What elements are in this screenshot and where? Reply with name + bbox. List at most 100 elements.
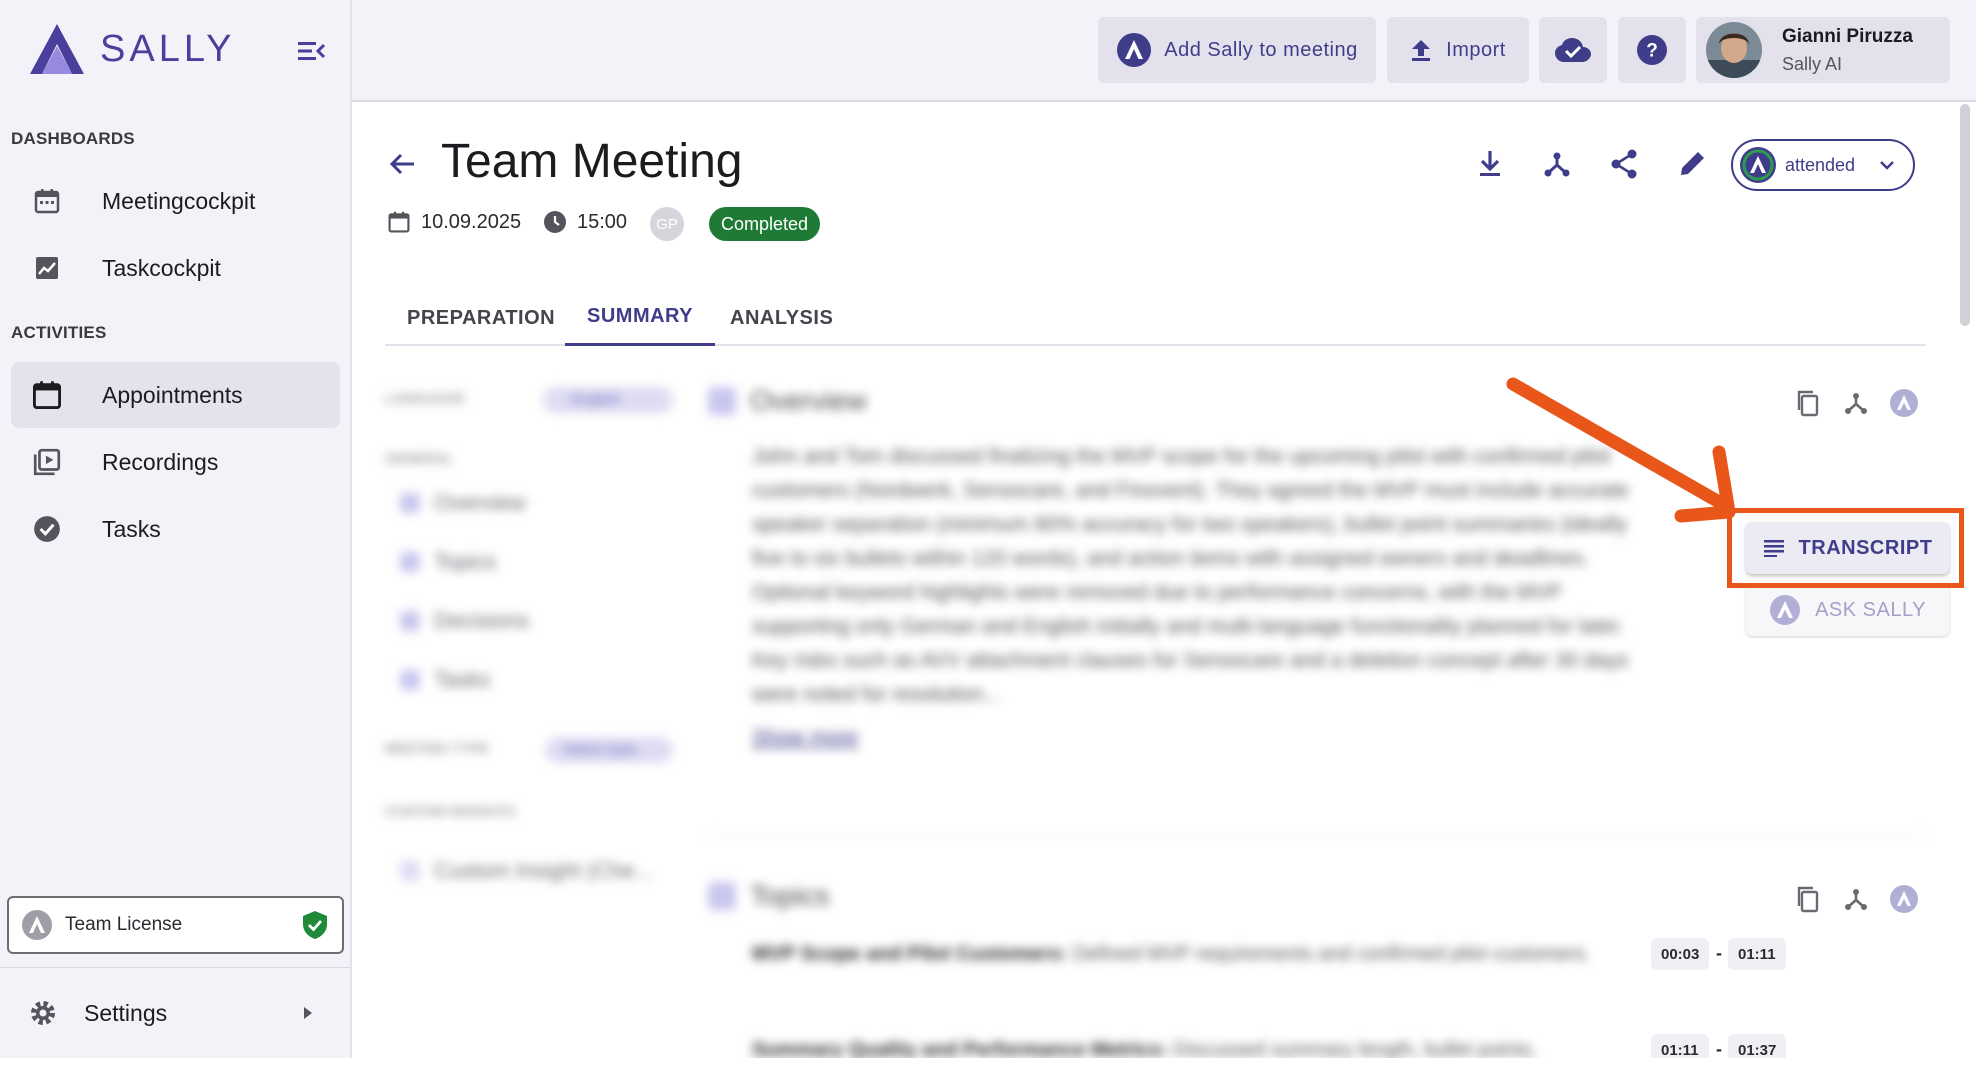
- sidebar-item-settings[interactable]: Settings: [0, 984, 350, 1042]
- chart-icon: [27, 248, 67, 288]
- help-button[interactable]: ?: [1618, 17, 1686, 83]
- time-text: 15:00: [577, 210, 628, 233]
- meeting-date: 10.09.2025: [387, 210, 521, 234]
- sally-logo-icon: [1770, 595, 1801, 625]
- general-label: GENERAL: [385, 450, 454, 466]
- overview-heading: Overview: [708, 385, 867, 417]
- tab-analysis[interactable]: ANALYSIS: [730, 290, 833, 346]
- section-label-activities: ACTIVITIES: [11, 323, 107, 342]
- annotation-arrow-icon: [1506, 377, 1736, 523]
- list-icon: [708, 882, 736, 910]
- brand-name: SALLY: [100, 27, 236, 70]
- overview-title: Overview: [750, 385, 867, 416]
- chevron-right-icon: [304, 1007, 312, 1019]
- back-arrow-icon[interactable]: [384, 146, 420, 182]
- side-nav-label: Topics: [434, 549, 497, 574]
- custom-insight-item[interactable]: Custom Insight (Che...: [400, 858, 653, 884]
- import-label: Import: [1446, 38, 1506, 61]
- sidebar-divider: [0, 967, 350, 968]
- svg-text:?: ?: [1646, 41, 1658, 62]
- page-title: Team Meeting: [441, 135, 743, 188]
- edit-pencil-icon[interactable]: [1674, 146, 1710, 182]
- sidebar-item-appointments[interactable]: Appointments: [11, 362, 340, 428]
- team-license-card[interactable]: Team License: [7, 896, 344, 954]
- menu-collapse-icon[interactable]: [294, 36, 328, 66]
- side-nav-tasks[interactable]: Tasks: [400, 667, 490, 693]
- cloud-done-icon: [1555, 38, 1591, 62]
- sally-logo-icon: [22, 910, 52, 940]
- copy-icon[interactable]: [1793, 884, 1823, 914]
- merge-icon[interactable]: [1539, 146, 1575, 182]
- scrollbar[interactable]: [1960, 104, 1970, 326]
- sally-logo-icon: [30, 24, 84, 74]
- side-nav-label: Tasks: [434, 667, 491, 692]
- clock-icon: [544, 211, 566, 233]
- sidebar-item-label: Recordings: [102, 448, 219, 475]
- show-more-link[interactable]: Show more: [752, 726, 858, 750]
- sidebar-item-label: Appointments: [102, 381, 243, 408]
- attendance-dropdown[interactable]: attended: [1731, 139, 1915, 191]
- meeting-type-selector[interactable]: Select type: [545, 737, 673, 763]
- share-icon[interactable]: [1606, 146, 1642, 182]
- annotation-highlight-box: [1727, 508, 1964, 588]
- add-sally-button[interactable]: Add Sally to meeting: [1098, 17, 1376, 83]
- topic-end-time[interactable]: 01:11: [1728, 938, 1786, 970]
- side-nav-overview[interactable]: Overview: [400, 490, 526, 516]
- meeting-type-label: MEETING TYPE: [385, 740, 490, 756]
- sidebar-item-meetingcockpit[interactable]: Meetingcockpit: [11, 168, 340, 234]
- sidebar: SALLY DASHBOARDS Meetingcockpit Taskcock…: [0, 0, 352, 1058]
- document-icon: [708, 387, 736, 415]
- brand-logo[interactable]: SALLY: [26, 20, 235, 78]
- sidebar-item-label: Tasks: [102, 515, 161, 542]
- sally-logo-icon[interactable]: [1889, 388, 1919, 418]
- sidebar-item-tasks[interactable]: Tasks: [11, 496, 340, 562]
- participant-avatar[interactable]: GP: [650, 207, 684, 241]
- copy-icon[interactable]: [1793, 388, 1823, 418]
- meeting-type-value: Select type: [563, 741, 638, 758]
- user-org: Sally AI: [1782, 53, 1843, 74]
- shield-check-icon: [303, 911, 327, 939]
- side-nav-label: Overview: [434, 490, 526, 515]
- overview-text: John and Tom discussed finalizing the MV…: [752, 445, 1629, 706]
- video-library-icon: [27, 442, 67, 482]
- tab-bar: PREPARATION SUMMARY ANALYSIS: [385, 290, 1926, 346]
- top-header: Add Sally to meeting Import ? Gianni Pir…: [352, 0, 1976, 102]
- ask-sally-button[interactable]: ASK SALLY: [1746, 584, 1949, 636]
- topic-row[interactable]: MVP Scope and Pilot Customers: Defined M…: [752, 937, 1632, 1005]
- add-sally-label: Add Sally to meeting: [1164, 38, 1358, 61]
- merge-icon[interactable]: [1841, 388, 1871, 418]
- settings-label: Settings: [84, 999, 168, 1026]
- topic-title: MVP Scope and Pilot Customers:: [752, 943, 1068, 965]
- topic-start-time[interactable]: 00:03: [1651, 938, 1710, 970]
- check-circle-icon: [27, 509, 67, 549]
- sidebar-item-taskcockpit[interactable]: Taskcockpit: [11, 235, 340, 301]
- license-label: Team License: [65, 914, 183, 935]
- ask-sally-label: ASK SALLY: [1815, 598, 1926, 621]
- custom-insight-label: Custom Insight (Che...: [434, 858, 653, 883]
- topic-text: Defined MVP requirements and confirmed p…: [1072, 943, 1591, 965]
- side-nav-decisions[interactable]: Decisions: [400, 608, 529, 634]
- tab-preparation[interactable]: PREPARATION: [407, 290, 555, 346]
- sidebar-item-recordings[interactable]: Recordings: [11, 429, 340, 495]
- time-separator: -: [1716, 1039, 1722, 1059]
- language-label: LANGUAGE: [385, 390, 466, 406]
- custom-insights-label: CUSTOM INSIGHTS: [385, 803, 516, 819]
- merge-icon[interactable]: [1841, 884, 1871, 914]
- sally-logo-icon[interactable]: [1889, 884, 1919, 914]
- gear-icon: [31, 1001, 55, 1025]
- sally-logo-icon: [1740, 147, 1776, 183]
- download-icon[interactable]: [1472, 146, 1508, 182]
- user-menu[interactable]: Gianni Piruzza Sally AI: [1696, 17, 1950, 83]
- import-button[interactable]: Import: [1387, 17, 1529, 83]
- sally-logo-icon: [1117, 33, 1152, 67]
- calendar-icon: [27, 375, 67, 415]
- language-selector[interactable]: English: [543, 387, 673, 413]
- upload-icon: [1412, 40, 1431, 61]
- calendar-icon: [27, 181, 67, 221]
- section-label-dashboards: DASHBOARDS: [11, 129, 135, 148]
- calendar-icon: [388, 211, 410, 233]
- side-nav-topics[interactable]: Topics: [400, 549, 496, 575]
- time-separator: -: [1716, 943, 1722, 963]
- tab-summary[interactable]: SUMMARY: [565, 290, 716, 346]
- cloud-sync-button[interactable]: [1539, 17, 1607, 83]
